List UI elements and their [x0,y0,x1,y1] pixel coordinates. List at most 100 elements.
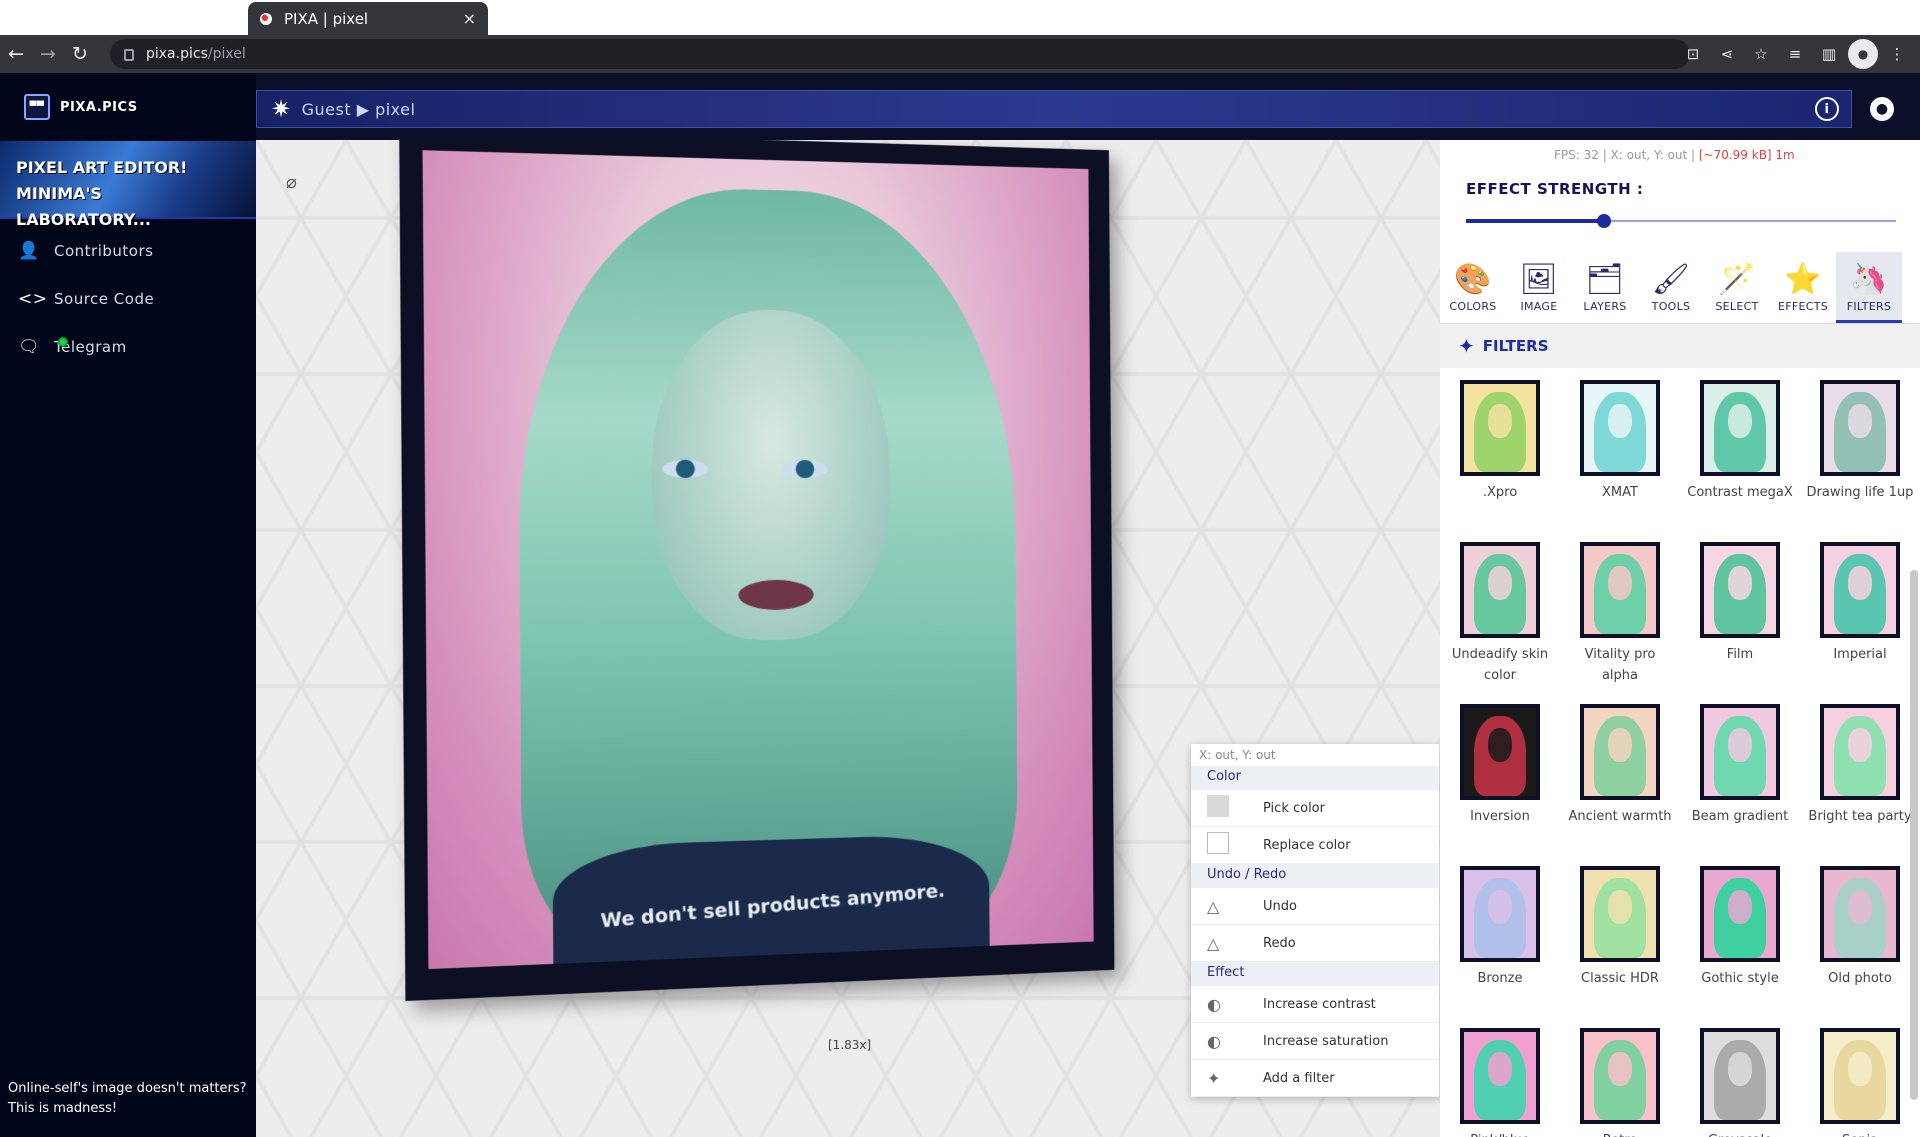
filter-card[interactable]: Bronze [1440,866,1560,1018]
tab-select[interactable]: 🪄 SELECT [1704,252,1770,323]
pick-color-item[interactable]: Pick color [1191,790,1439,827]
filter-thumbnail[interactable] [1460,542,1540,638]
filter-card[interactable]: Greyscale [1680,1028,1800,1137]
editor-banner[interactable]: PIXEL ART EDITOR! MINIMA'S LABORATORY... [0,141,256,229]
filter-name: Sepia [1805,1130,1915,1137]
filter-card[interactable]: .Xpro [1440,380,1560,532]
layers-icon: 🗂 [1585,262,1625,297]
filter-thumbnail[interactable] [1460,866,1540,962]
tab-tools[interactable]: 🖌 TOOLS [1638,252,1704,323]
filter-thumbnail[interactable] [1820,704,1900,800]
bookmark-star-icon[interactable]: ☆ [1746,39,1776,69]
thumb-face [1848,890,1872,924]
filter-card[interactable]: Inversion [1440,704,1560,856]
filter-card[interactable]: XMAT [1560,380,1680,532]
filter-card[interactable]: Ancient warmth [1560,704,1680,856]
filter-thumbnail[interactable] [1580,542,1660,638]
effect-strength-slider[interactable] [1466,214,1896,228]
thumb-face [1488,566,1512,600]
sun-icon[interactable]: ✷ [271,95,292,123]
filter-card[interactable]: Bright tea party [1800,704,1920,856]
fps-readout: FPS: 32 | X: out, Y: out | [~70.99 kB] 1… [1554,148,1795,162]
tab-title: PIXA | pixel [284,9,369,28]
app-logo[interactable]: ▀▀ PIXA.PICS [0,73,256,141]
filter-card[interactable]: Sepia [1800,1028,1920,1137]
filter-thumbnail[interactable] [1700,1028,1780,1124]
address-bar[interactable]: pixa.pics/pixel [110,39,1690,69]
sidebar-item-contributors[interactable]: 👤 Contributors [0,227,256,275]
filter-thumbnail[interactable] [1700,866,1780,962]
filter-thumbnail[interactable] [1460,1028,1540,1124]
undo-item[interactable]: △ Undo [1191,888,1439,925]
sidebar-item-telegram[interactable]: 🗨 Telegram [0,323,256,371]
filter-thumbnail[interactable] [1580,1028,1660,1124]
menu-item-label: Replace color [1263,837,1351,853]
filter-thumbnail[interactable] [1460,704,1540,800]
filter-thumbnail[interactable] [1460,380,1540,476]
tab-label: SELECT [1715,300,1759,313]
filter-thumbnail[interactable] [1580,704,1660,800]
redo-item[interactable]: △ Redo [1191,925,1439,962]
increase-saturation-item[interactable]: ◐ Increase saturation [1191,1023,1439,1060]
panel-scrollbar[interactable] [1910,570,1918,1100]
filter-card[interactable]: Beam gradient [1680,704,1800,856]
pixel-canvas-frame[interactable]: We don't sell products anymore. [399,140,1115,1001]
filter-thumbnail[interactable] [1580,380,1660,476]
sidebar-item-label: Contributors [54,242,154,260]
tab-filters[interactable]: 🦄 FILTERS [1836,252,1902,323]
sidebar-item-source-code[interactable]: <> Source Code [0,275,256,323]
filter-card[interactable]: Undeadify skin color [1440,542,1560,694]
filter-card[interactable]: Drawing life 1up [1800,380,1920,532]
account-icon[interactable]: ● [1870,97,1894,121]
filter-thumbnail[interactable] [1700,380,1780,476]
info-icon[interactable]: i [1815,97,1839,121]
tab-close-icon[interactable]: × [463,9,476,28]
breadcrumb[interactable]: Guest ▶ pixel [302,100,416,119]
thumb-face [1608,728,1632,762]
tab-layers[interactable]: 🗂 LAYERS [1572,252,1638,323]
thumb-face [1608,566,1632,600]
filter-card[interactable]: Gothic style [1680,866,1800,1018]
filter-card[interactable]: Vitality pro alpha [1560,542,1680,694]
add-filter-item[interactable]: ✦ Add a filter [1191,1060,1439,1097]
increase-contrast-item[interactable]: ◐ Increase contrast [1191,986,1439,1023]
filter-thumbnail[interactable] [1700,542,1780,638]
profile-icon[interactable]: ● [1848,39,1878,69]
filter-thumbnail[interactable] [1820,380,1900,476]
magic-wand-icon: 🪄 [1718,262,1756,297]
filter-card[interactable]: Imperial [1800,542,1920,694]
forward-icon[interactable]: → [32,38,64,70]
code-icon: <> [18,289,48,309]
replace-color-item[interactable]: Replace color [1191,827,1439,864]
filter-card[interactable]: Pink/blue [1440,1028,1560,1137]
reading-list-icon[interactable]: ≡ [1780,39,1810,69]
share-icon[interactable]: ⋖ [1712,39,1742,69]
filter-card[interactable]: Classic HDR [1560,866,1680,1018]
thumb-face [1608,404,1632,438]
filter-card[interactable]: Old photo [1800,866,1920,1018]
filter-card[interactable]: Contrast megaX [1680,380,1800,532]
link-off-icon[interactable]: ⌀ [286,172,297,193]
filter-card[interactable]: Retro [1560,1028,1680,1137]
back-icon[interactable]: ← [0,38,32,70]
menu-item-label: Redo [1263,935,1296,951]
browser-tab[interactable]: PIXA | pixel × [248,2,488,35]
tab-effects[interactable]: ⭐ EFFECTS [1770,252,1836,323]
tab-image[interactable]: 🖼 IMAGE [1506,252,1572,323]
side-panel-icon[interactable]: ▥ [1814,39,1844,69]
install-icon[interactable]: ⊡ [1678,39,1708,69]
tab-colors[interactable]: 🎨 COLORS [1440,252,1506,323]
filter-card[interactable]: Film [1680,542,1800,694]
thumb-face [1608,1052,1632,1086]
slider-knob[interactable] [1596,214,1611,228]
pixel-image[interactable]: We don't sell products anymore. [422,150,1094,970]
chat-icon: 🗨 [18,337,41,357]
filter-thumbnail[interactable] [1700,704,1780,800]
filter-thumbnail[interactable] [1820,866,1900,962]
filter-thumbnail[interactable] [1580,866,1660,962]
reload-icon[interactable]: ↻ [64,38,96,70]
filter-thumbnail[interactable] [1820,542,1900,638]
filter-thumbnail[interactable] [1820,1028,1900,1124]
browser-menu-icon[interactable]: ⋮ [1882,39,1912,69]
image-icon: 🖼 [1519,262,1559,297]
